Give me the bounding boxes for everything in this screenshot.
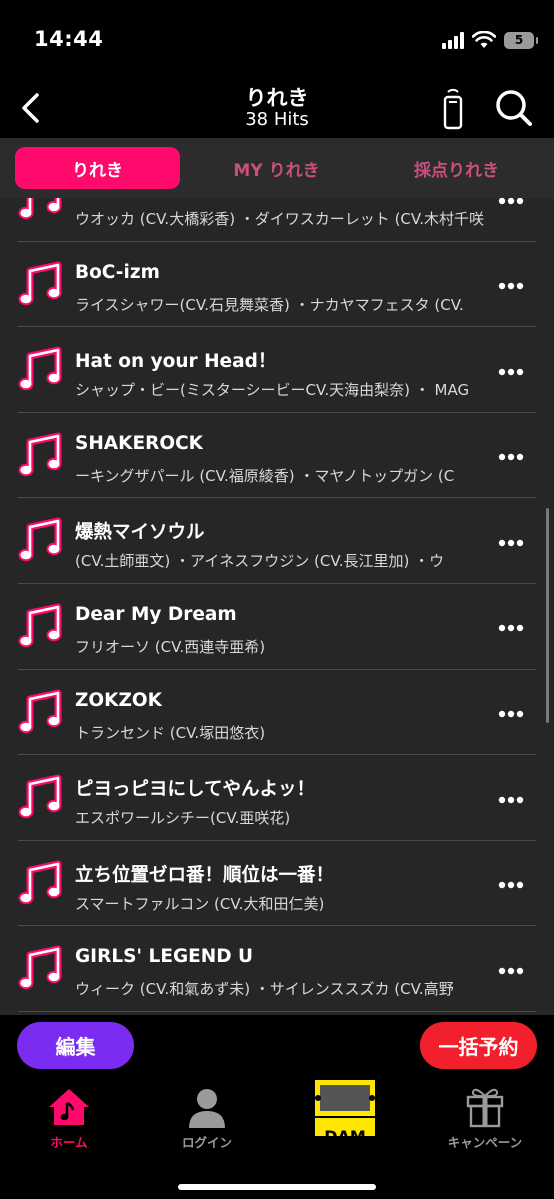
song-artist: トランセンド (CV.塚田悠衣) (75, 723, 266, 742)
tab-bar: りれき MY りれき 採点りれき (0, 138, 554, 198)
more-options-button[interactable] (494, 198, 528, 211)
music-note-icon (18, 517, 64, 564)
music-note-icon (18, 860, 64, 907)
more-options-button[interactable] (494, 273, 528, 297)
song-row[interactable]: GIRLS' LEGEND U ウィーク (CV.和氣あず未) ・サイレンススズカ… (0, 926, 554, 1012)
song-title: GIRLS' LEGEND U (75, 946, 254, 968)
wifi-icon (472, 31, 496, 48)
search-button[interactable] (492, 88, 536, 128)
tab-history[interactable]: りれき (15, 147, 180, 189)
tab-my-history[interactable]: MY りれき (194, 147, 359, 189)
more-options-button[interactable] (494, 957, 528, 981)
edit-button[interactable]: 編集 (17, 1022, 134, 1069)
song-title: ZOKZOK (75, 689, 162, 711)
remote-button[interactable] (438, 86, 468, 132)
more-dots-icon (498, 789, 524, 808)
song-title: SHAKEROCK (75, 432, 203, 454)
dam-logo (290, 1080, 400, 1136)
nav-dam[interactable]: DAM (290, 1080, 400, 1153)
nav-dam-label: DAM (324, 1127, 366, 1146)
tab-score-history[interactable]: 採点りれき (374, 147, 539, 189)
song-row[interactable]: ウオッカ (CV.大橋彩香) ・ダイワスカーレット (CV.木村千咲) (0, 198, 554, 242)
nav-home-label: ホーム (50, 1135, 88, 1150)
song-artist: ライスシャワー(CV.石見舞菜香) ・ナカヤマフェスタ (CV. (75, 295, 464, 314)
bottom-nav: ホーム ログイン DAM キャンペーン (0, 1077, 554, 1199)
app-header: りれき 38 Hits (0, 80, 554, 138)
battery-icon: 5 (504, 31, 538, 49)
music-note-icon (18, 261, 64, 308)
more-dots-icon (498, 960, 524, 979)
song-list-items: ウオッカ (CV.大橋彩香) ・ダイワスカーレット (CV.木村千咲) BoC-i… (0, 198, 554, 1012)
song-artist: ウィーク (CV.和氣あず未) ・サイレンススズカ (CV.高野 (75, 980, 454, 999)
song-artist: シャップ・ビー(ミスターシービーCV.天海由梨奈) ・ MAG (75, 381, 470, 400)
row-divider (18, 1010, 536, 1012)
song-title: Dear My Dream (75, 603, 237, 625)
song-title: ピヨっピヨにしてやんよッ！ (75, 779, 315, 801)
more-dots-icon (498, 361, 524, 380)
nav-campaign[interactable]: キャンペーン (430, 1081, 540, 1153)
music-note-icon (18, 198, 64, 222)
song-artist: ーキングザパール (CV.福原綾香) ・マヤノトップガン (C (75, 466, 455, 485)
song-artist: ウオッカ (CV.大橋彩香) ・ダイワスカーレット (CV.木村千咲) (75, 210, 485, 228)
nav-home[interactable]: ホーム (14, 1081, 124, 1153)
more-options-button[interactable] (494, 872, 528, 896)
home-note-icon (14, 1085, 124, 1129)
music-note-icon (18, 689, 64, 736)
more-dots-icon (498, 532, 524, 551)
search-icon (496, 90, 532, 126)
music-note-icon (18, 432, 64, 479)
song-title: 爆熱マイソウル (75, 522, 205, 544)
nav-login[interactable]: ログイン (152, 1081, 262, 1153)
music-note-icon (18, 774, 64, 821)
remote-control-icon (443, 88, 463, 130)
more-options-button[interactable] (494, 529, 528, 553)
scrollbar[interactable] (546, 508, 549, 723)
song-title: BoC-izm (75, 261, 160, 283)
song-artist: フリオーソ (CV.西連寺亜希) (75, 637, 266, 656)
more-options-button[interactable] (494, 786, 528, 810)
more-dots-icon (498, 198, 524, 209)
more-dots-icon (498, 703, 524, 722)
nav-campaign-label: キャンペーン (447, 1135, 523, 1150)
more-dots-icon (498, 446, 524, 465)
more-dots-icon (498, 617, 524, 636)
home-indicator[interactable] (178, 1184, 376, 1190)
bulk-reserve-button[interactable]: 一括予約 (420, 1022, 537, 1069)
song-list[interactable]: ウオッカ (CV.大橋彩香) ・ダイワスカーレット (CV.木村千咲) BoC-i… (0, 198, 554, 1015)
signal-icon (442, 31, 464, 49)
more-dots-icon (498, 874, 524, 893)
action-bar: 編集 一括予約 (0, 1015, 554, 1077)
more-options-button[interactable] (494, 444, 528, 468)
page-title: りれき (245, 86, 309, 110)
song-row[interactable]: ZOKZOK トランセンド (CV.塚田悠衣) (0, 670, 554, 756)
battery-level: 5 (514, 33, 524, 47)
more-options-button[interactable] (494, 701, 528, 725)
hit-count: 38 Hits (245, 109, 309, 130)
status-icons: 5 (442, 29, 538, 51)
song-row[interactable]: 立ち位置ゼロ番！順位は一番！ スマートファルコン (CV.大和田仁美) (0, 841, 554, 927)
more-dots-icon (498, 275, 524, 294)
song-artist: スマートファルコン (CV.大和田仁美) (75, 894, 325, 913)
song-row[interactable]: BoC-izm ライスシャワー(CV.石見舞菜香) ・ナカヤマフェスタ (CV. (0, 242, 554, 328)
song-title: Hat on your Head！ (75, 351, 277, 373)
music-note-icon (18, 603, 64, 650)
song-row[interactable]: 爆熱マイソウル (CV.土師亜文) ・アイネスフウジン (CV.長江里加) ・ウ (0, 498, 554, 584)
music-note-icon (18, 346, 64, 393)
song-title: 立ち位置ゼロ番！順位は一番！ (75, 864, 335, 886)
nav-login-label: ログイン (181, 1135, 232, 1150)
song-row[interactable]: Hat on your Head！ シャップ・ビー(ミスターシービーCV.天海由梨… (0, 327, 554, 413)
song-row[interactable]: ピヨっピヨにしてやんよッ！ エスポワールシチー(CV.亜咲花) (0, 755, 554, 841)
song-row[interactable]: Dear My Dream フリオーソ (CV.西連寺亜希) (0, 584, 554, 670)
person-icon (152, 1085, 262, 1129)
status-time: 14:44 (34, 27, 104, 51)
song-artist: エスポワールシチー(CV.亜咲花) (75, 809, 291, 828)
status-bar: 14:44 5 (0, 0, 554, 80)
more-options-button[interactable] (494, 358, 528, 382)
song-row[interactable]: SHAKEROCK ーキングザパール (CV.福原綾香) ・マヤノトップガン (C (0, 413, 554, 499)
song-artist: (CV.土師亜文) ・アイネスフウジン (CV.長江里加) ・ウ (75, 552, 445, 571)
music-note-icon (18, 945, 64, 992)
gift-icon (430, 1085, 540, 1129)
more-options-button[interactable] (494, 615, 528, 639)
